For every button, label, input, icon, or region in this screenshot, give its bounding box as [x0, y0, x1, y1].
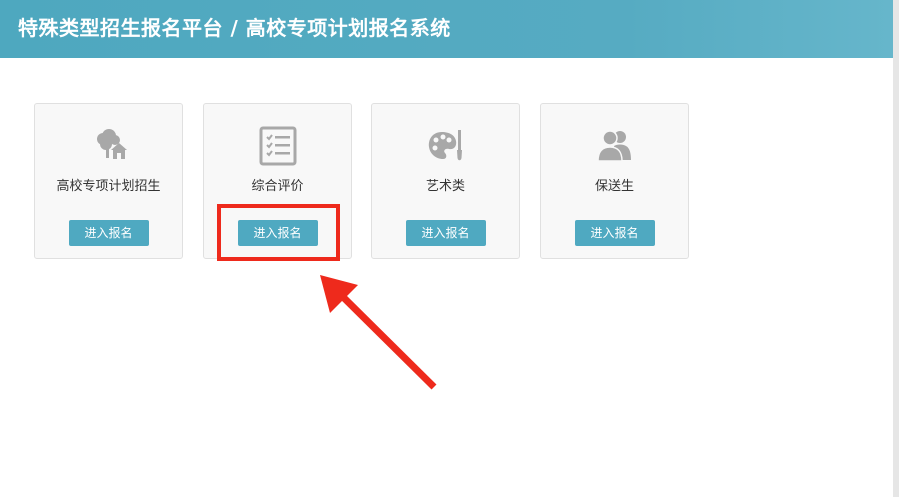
card-label: 高校专项计划招生	[56, 179, 161, 194]
enroll-button-special-program[interactable]: 进入报名	[68, 220, 149, 246]
card-arts: 艺术类 进入报名	[371, 103, 520, 259]
scrollbar-track[interactable]	[893, 0, 899, 497]
page-header: 特殊类型招生报名平台 / 高校专项计划报名系统	[0, 0, 893, 58]
card-special-program: 高校专项计划招生 进入报名	[34, 103, 183, 259]
enroll-button-arts[interactable]: 进入报名	[405, 220, 486, 246]
card-label: 保送生	[594, 179, 634, 194]
card-label: 艺术类	[425, 179, 465, 194]
card-label: 综合评价	[251, 179, 304, 194]
tree-house-icon	[89, 126, 129, 166]
users-icon	[595, 126, 635, 166]
pointer-arrow-icon	[300, 255, 450, 405]
card-recommended-students: 保送生 进入报名	[540, 103, 689, 259]
checklist-icon	[258, 126, 298, 166]
page-title: 特殊类型招生报名平台 / 高校专项计划报名系统	[18, 16, 451, 40]
highlight-box	[217, 204, 340, 261]
enroll-button-recommended-students[interactable]: 进入报名	[574, 220, 655, 246]
palette-icon	[426, 126, 466, 166]
